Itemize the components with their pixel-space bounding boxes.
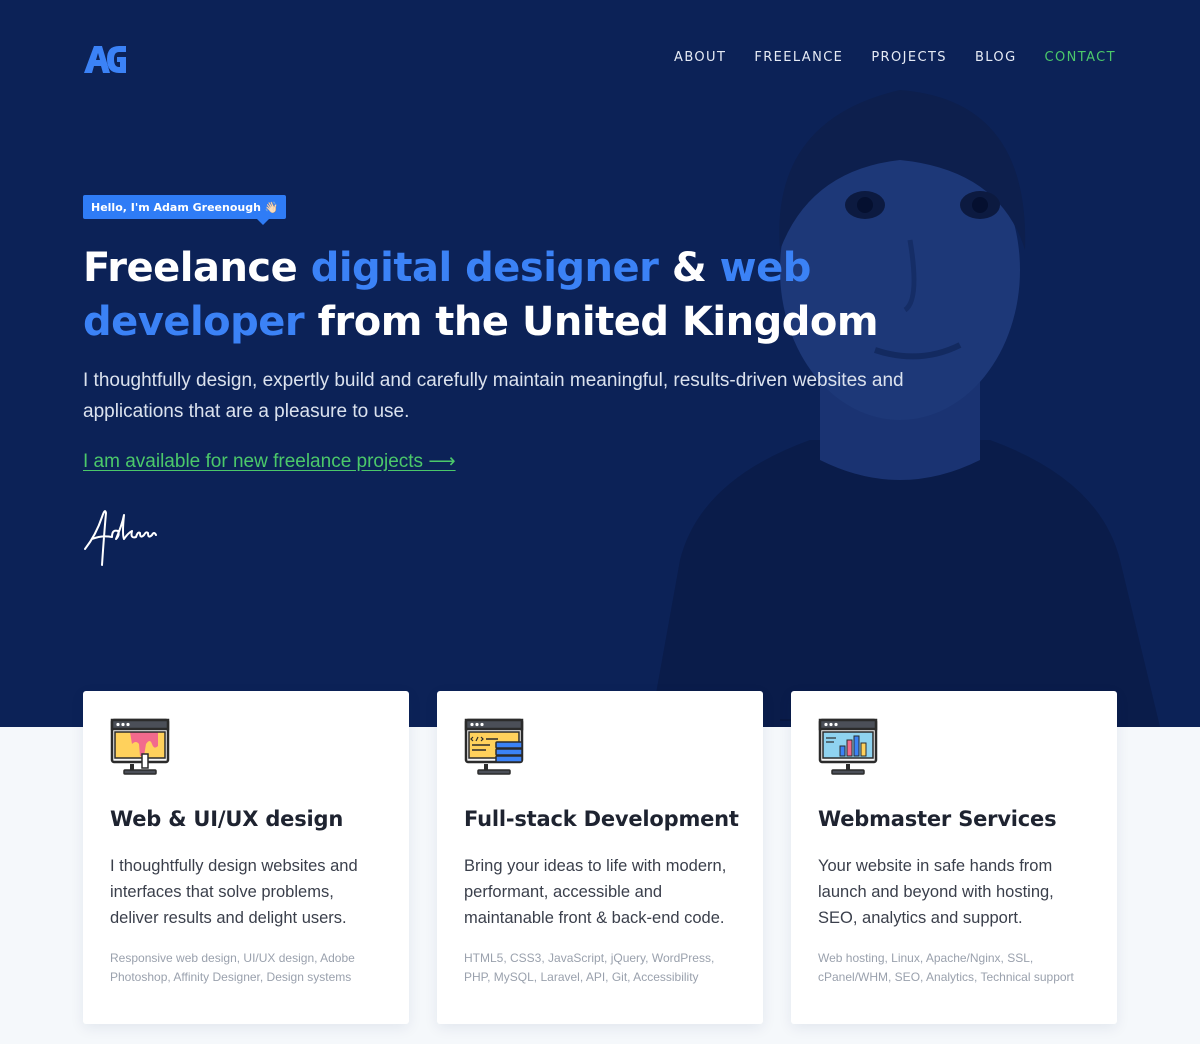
service-card-development: Full-stack Development Bring your ideas … [437, 691, 763, 1024]
freelance-availability-link[interactable]: I am available for new freelance project… [83, 450, 456, 473]
nav-projects[interactable]: PROJECTS [871, 50, 947, 65]
intro-badge-text: Hello, I'm Adam Greenough 👋🏻 [91, 200, 279, 214]
nav-freelance[interactable]: FREELANCE [754, 50, 843, 65]
service-tags: Responsive web design, UI/UX design, Ado… [110, 951, 355, 984]
headline-highlight-designer: digital designer [310, 245, 659, 291]
service-description: Bring your ideas to life with modern, pe… [464, 857, 727, 927]
hero-section: ABOUT FREELANCE PROJECTS BLOG CONTACT He… [0, 0, 1200, 727]
main-nav: ABOUT FREELANCE PROJECTS BLOG CONTACT [674, 50, 1116, 65]
nav-blog[interactable]: BLOG [975, 50, 1017, 65]
nav-about[interactable]: ABOUT [674, 50, 726, 65]
headline-part-1: Freelance [83, 245, 311, 291]
service-title: Full-stack Development [464, 807, 739, 831]
service-description: Your website in safe hands from launch a… [818, 857, 1054, 927]
headline-part-5: from the United Kingdom [304, 299, 879, 345]
analytics-monitor-icon [818, 718, 878, 775]
signature-image [84, 510, 157, 566]
page-title: Freelance digital designer & web develop… [83, 241, 983, 349]
headline-part-3: & [658, 245, 720, 291]
service-title: Webmaster Services [818, 807, 1057, 831]
service-card-design: Web & UI/UX design I thoughtfully design… [83, 691, 409, 1024]
service-title: Web & UI/UX design [110, 807, 344, 831]
intro-badge: Hello, I'm Adam Greenough 👋🏻 [83, 195, 287, 225]
nav-contact[interactable]: CONTACT [1045, 50, 1116, 65]
service-card-webmaster: Webmaster Services Your website in safe … [791, 691, 1117, 1024]
code-monitor-icon [464, 718, 524, 775]
intro-paragraph: I thoughtfully design, expertly build an… [83, 370, 904, 422]
design-monitor-icon [110, 718, 170, 775]
service-tags: HTML5, CSS3, JavaScript, jQuery, WordPre… [464, 951, 715, 984]
service-description: I thoughtfully design websites and inter… [110, 857, 358, 927]
ag-logo[interactable] [83, 44, 127, 74]
service-tags: Web hosting, Linux, Apache/Nginx, SSL, c… [818, 951, 1074, 984]
